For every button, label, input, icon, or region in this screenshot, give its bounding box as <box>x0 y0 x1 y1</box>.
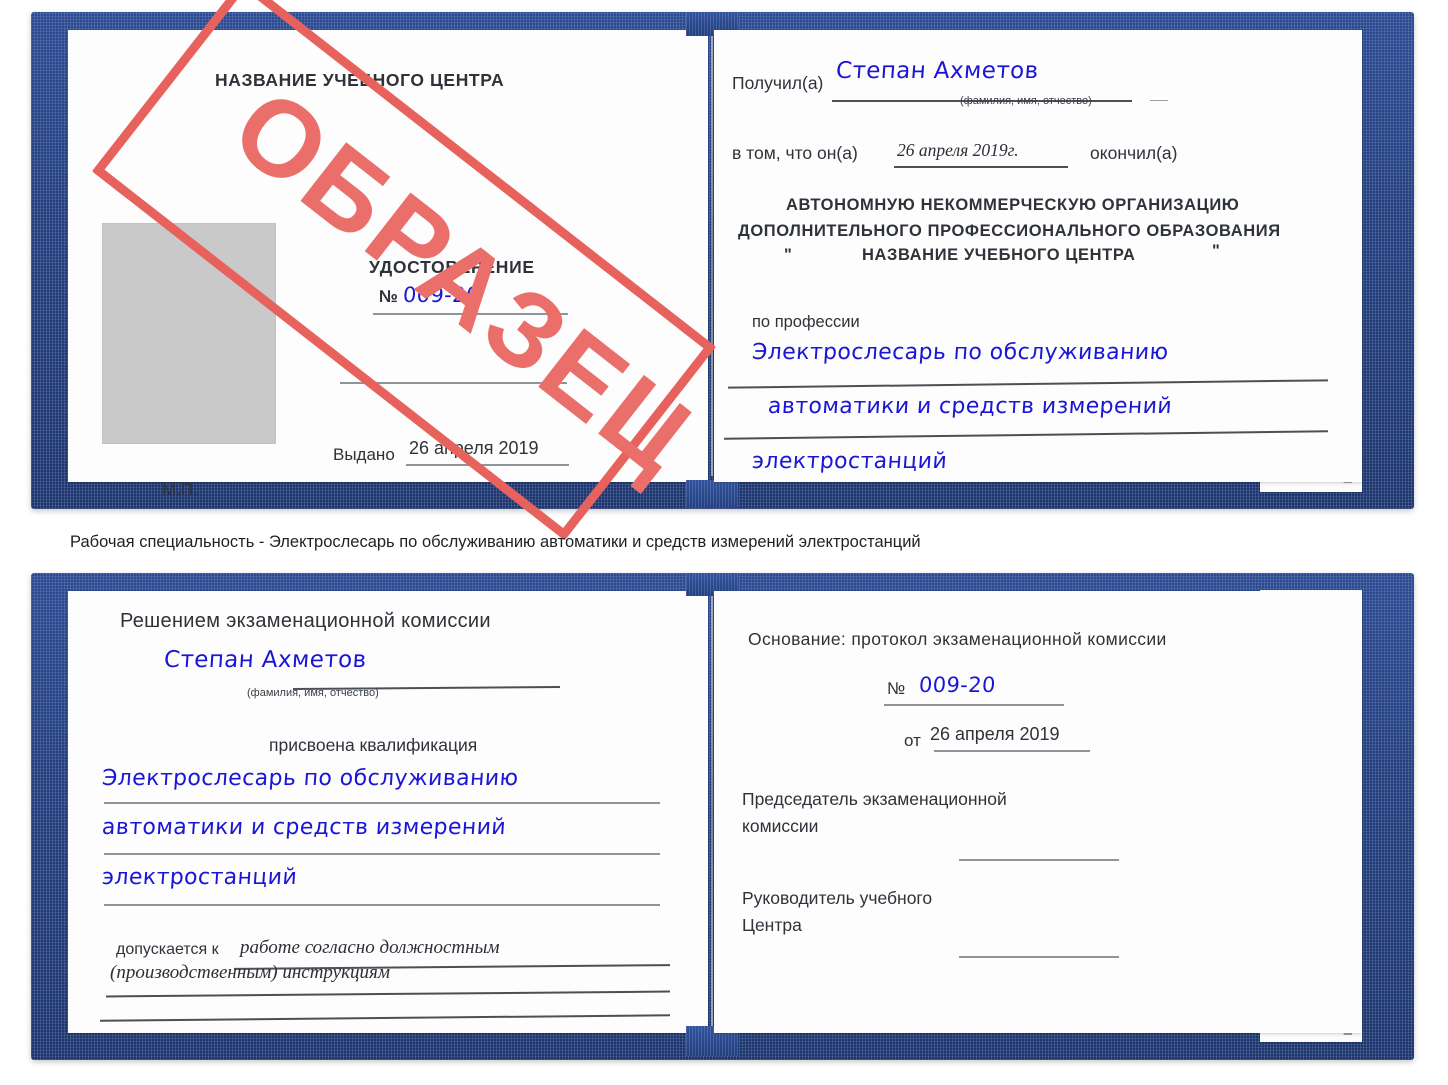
qualification-rule-1 <box>104 802 660 804</box>
protocol-date-rule <box>934 750 1090 752</box>
certificate-bottom-right-page: Основание: протокол экзаменационной коми… <box>714 591 1362 1033</box>
profession-line-3: электростанций <box>751 449 949 474</box>
certificate-bottom-left-page: Решением экзаменационной комиссии Степан… <box>68 591 708 1033</box>
certificate-top-spine-notch-down <box>686 480 738 508</box>
qualification-line-1: Электрослесарь по обслуживанию <box>101 766 520 791</box>
received-value: Степан Ахметов <box>835 58 1040 84</box>
certificate-top-spine <box>711 36 713 476</box>
org-quote-open: " <box>784 246 793 264</box>
chairman-line-1: Председатель экзаменационной <box>742 789 1007 809</box>
number-value: 009-20 <box>402 283 481 307</box>
chairman-signature-rule <box>959 859 1119 861</box>
protocol-number-label: № <box>887 679 906 698</box>
qualification-label: присвоена квалификация <box>269 735 478 755</box>
admitted-label: допускается к <box>116 941 219 958</box>
profession-label: по профессии <box>752 313 860 331</box>
fio-hint: (фамилия, имя, отчество) <box>247 687 379 699</box>
org-line-2: ДОПОЛНИТЕЛЬНОГО ПРОФЕССИОНАЛЬНОГО ОБРАЗО… <box>738 222 1281 240</box>
org-line-1: АВТОНОМНУЮ НЕКОММЕРЧЕСКУЮ ОРГАНИЗАЦИЮ <box>786 196 1240 214</box>
qualification-line-3: электростанций <box>101 865 299 890</box>
number-label: № <box>379 287 398 306</box>
in-that-label: в том, что он(а) <box>732 143 858 163</box>
admitted-rule-3 <box>100 1014 670 1022</box>
head-signature-rule <box>959 956 1119 958</box>
org-quote-close: " <box>1212 242 1221 260</box>
profession-line-1: Электрослесарь по обслуживанию <box>751 340 1170 365</box>
certificate-top-left-page: НАЗВАНИЕ УЧЕБНОГО ЦЕНТРА УДОСТОВЕРЕНИЕ №… <box>68 30 708 499</box>
student-name-value: Степан Ахметов <box>163 647 368 673</box>
profession-line-2: автоматики и средств измерений <box>767 394 1173 419</box>
basis-label: Основание: протокол экзаменационной коми… <box>748 629 1167 649</box>
in-that-value: 26 апреля 2019г. <box>897 140 1019 160</box>
fio-hint: (фамилия, имя, отчество) <box>960 95 1092 107</box>
received-rule-tail <box>1150 100 1168 101</box>
commission-decision-header: Решением экзаменационной комиссии <box>120 610 491 632</box>
issued-value: 26 апреля 2019 <box>409 438 539 458</box>
in-that-rule <box>894 166 1068 168</box>
issued-rule <box>406 464 569 466</box>
head-line-2: Центра <box>742 915 802 935</box>
org-line-3: НАЗВАНИЕ УЧЕБНОГО ЦЕНТРА <box>862 246 1136 264</box>
protocol-date-label: от <box>904 731 921 750</box>
seal-label: М.П. <box>162 480 198 499</box>
qualification-line-2: автоматики и средств измерений <box>101 815 507 840</box>
admitted-value-line-1: работе согласно должностным <box>240 937 500 958</box>
admitted-rule-2 <box>106 990 670 998</box>
qualification-rule-3 <box>104 904 660 906</box>
issued-label: Выдано <box>333 445 395 464</box>
caption-text: Рабочая специальность - Электрослесарь п… <box>70 533 921 551</box>
blank-rule <box>340 382 567 384</box>
qualification-rule-2 <box>104 853 660 855</box>
chairman-line-2: комиссии <box>742 816 819 836</box>
training-center-title: НАЗВАНИЕ УЧЕБНОГО ЦЕНТРА <box>215 70 505 90</box>
certificate-top-right-page: Получил(а) Степан Ахметов (фамилия, имя,… <box>714 30 1362 482</box>
received-label: Получил(а) <box>732 73 824 93</box>
profession-rule-1 <box>728 379 1328 389</box>
certificate-bottom-spine <box>711 596 713 1028</box>
finished-label: окончил(а) <box>1090 143 1178 163</box>
protocol-number-rule <box>884 704 1064 706</box>
admitted-value-line-2: (производственным) инструкциям <box>110 962 390 983</box>
document-type-label: УДОСТОВЕРЕНИЕ <box>369 257 535 277</box>
protocol-date-value: 26 апреля 2019 <box>930 724 1060 744</box>
number-rule <box>373 313 568 315</box>
profession-rule-2 <box>724 430 1328 440</box>
protocol-number-value: 009-20 <box>918 673 997 697</box>
photo-placeholder <box>102 223 276 444</box>
head-line-1: Руководитель учебного <box>742 888 933 908</box>
